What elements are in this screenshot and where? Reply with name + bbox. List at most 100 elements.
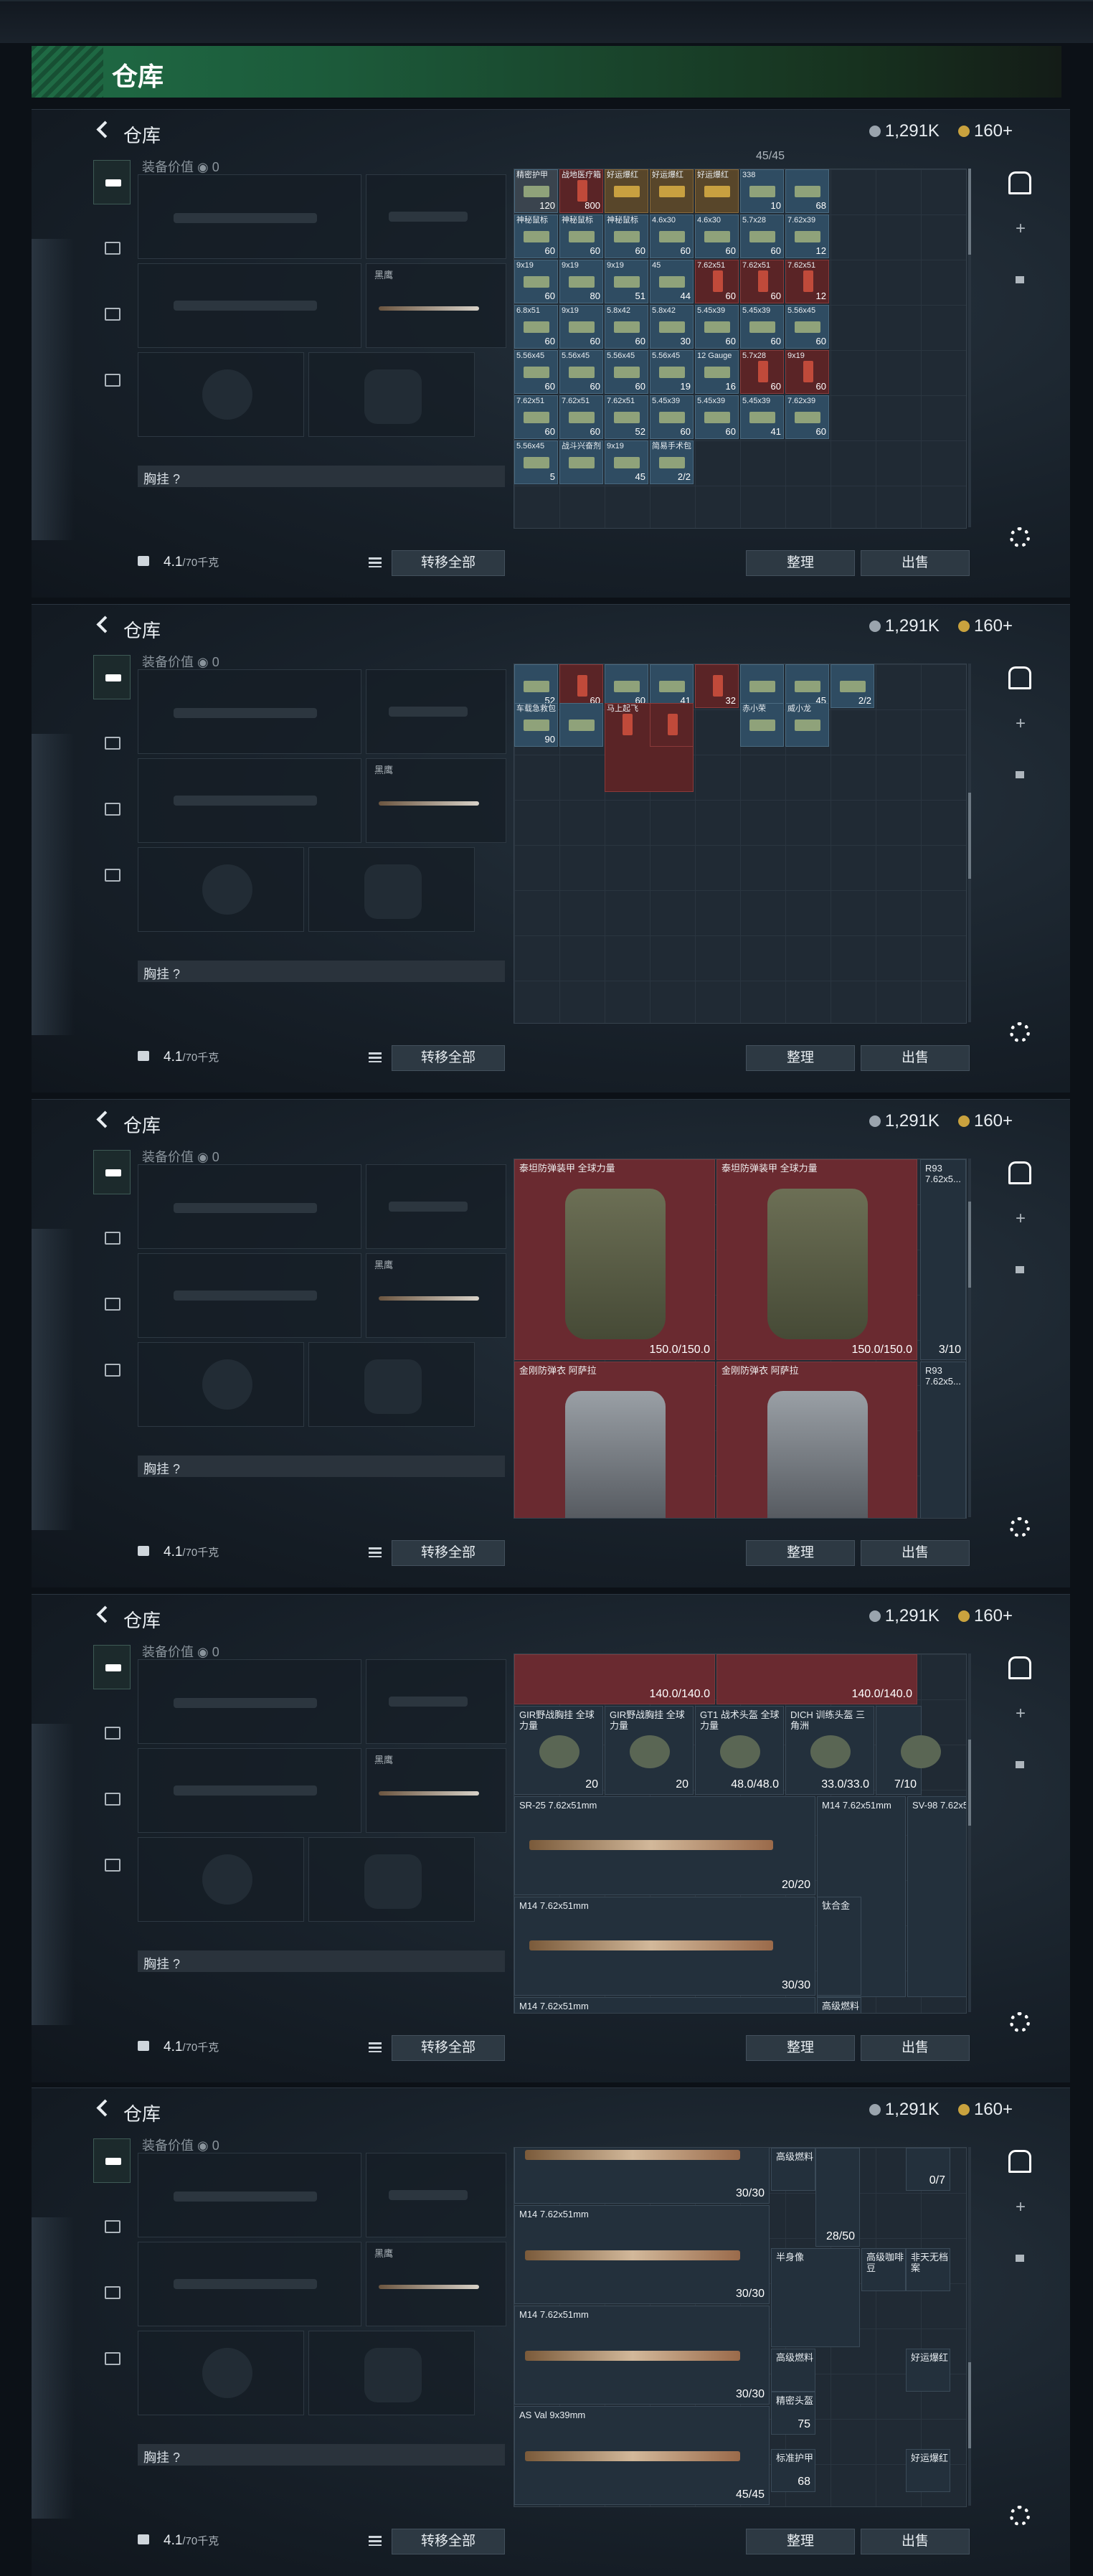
stash-item[interactable]: 5.45x39 60 [650, 395, 694, 439]
rifle-item[interactable]: R93 7.62x5... [920, 1362, 966, 1518]
equipment-tab[interactable] [93, 787, 129, 830]
stash-item[interactable]: 5.45x39 60 [740, 305, 784, 349]
stash-item[interactable]: 5.56x45 60 [605, 350, 648, 394]
sort-button[interactable]: 整理 [746, 1045, 855, 1071]
sell-button[interactable]: 出售 [861, 2529, 970, 2554]
stash-item[interactable]: 5.56x45 60 [559, 350, 603, 394]
sort-button[interactable]: 整理 [746, 1540, 855, 1566]
stash-scrollbar[interactable] [968, 169, 971, 527]
chest-rig-slot[interactable]: 胸挂 ? [138, 2444, 505, 2466]
stash-item[interactable]: 好运爆红 [605, 169, 648, 213]
stash-item[interactable]: 32 [695, 664, 739, 708]
rifle-item[interactable]: AS Val 9x39mm 45/45 [514, 2406, 770, 2505]
stash-item[interactable]: 4.6x30 60 [650, 214, 694, 258]
stash-grid[interactable]: 30/30 M14 7.62x51mm 30/30 M14 7.62x51mm 30/3… [514, 2147, 967, 2507]
stash-item[interactable]: 5.45x39 60 [695, 395, 739, 439]
scrollbar-thumb[interactable] [968, 2362, 971, 2448]
stash-item[interactable]: 神秘鼠标 60 [605, 214, 648, 258]
equipment-tab[interactable] [93, 1777, 129, 1820]
stash-item[interactable]: 5.45x39 60 [695, 305, 739, 349]
loot-item[interactable]: 高级燃料 [817, 1997, 861, 2013]
sort-button[interactable]: 整理 [746, 550, 855, 576]
stash-item[interactable]: 9x19 45 [605, 440, 648, 484]
equipment-tab[interactable] [93, 160, 131, 204]
sell-button[interactable]: 出售 [861, 550, 970, 576]
armor-item[interactable]: 金刚防弹衣 阿萨拉 [514, 1362, 715, 1518]
stash-scrollbar[interactable] [968, 1159, 971, 1517]
armor-item[interactable]: 泰坦防弹装甲 全球力量 150.0/150.0 [514, 1159, 715, 1360]
stash-item[interactable]: 战斗兴奋剂 [559, 440, 603, 484]
loot-item[interactable]: 高级燃料 [771, 2349, 815, 2392]
scrollbar-thumb[interactable] [968, 169, 971, 255]
sort-button[interactable]: 整理 [746, 2529, 855, 2554]
stash-item[interactable]: 60 [559, 664, 603, 708]
stash-item[interactable] [740, 664, 784, 708]
stash-item[interactable]: 9x19 80 [559, 260, 603, 303]
stash-item[interactable]: 5.7x28 60 [740, 350, 784, 394]
loot-item[interactable]: 0/7 [906, 2148, 950, 2191]
add-page-icon[interactable]: + [1016, 2197, 1026, 2217]
stash-item[interactable] [650, 703, 694, 747]
gear-item[interactable]: GIR野战胸挂 全球力量 20 [605, 1706, 694, 1795]
stash-item[interactable]: 5.8x42 30 [650, 305, 694, 349]
stash-item[interactable]: 简易手术包 2/2 [650, 440, 694, 484]
stash-item[interactable]: 60 [605, 664, 648, 708]
loot-item[interactable]: 高级燃料 [771, 2148, 815, 2191]
armor-item[interactable]: 140.0/140.0 [514, 1654, 715, 1704]
stash-item[interactable]: 6.8x51 60 [514, 305, 558, 349]
armor-item[interactable]: 泰坦防弹装甲 全球力量 150.0/150.0 [716, 1159, 917, 1360]
rifle-item[interactable]: M14 7.62x51mm 30/30 [514, 2306, 770, 2405]
stash-item[interactable]: 7.62x51 60 [514, 395, 558, 439]
scrollbar-thumb[interactable] [968, 1740, 971, 1826]
settings-gear-icon[interactable] [1010, 2506, 1030, 2526]
armor-item[interactable]: 140.0/140.0 [716, 1654, 917, 1704]
rifle-item[interactable]: R93 7.62x5... 3/10 [920, 1159, 966, 1360]
stash-item[interactable]: 45 44 [650, 260, 694, 303]
settings-gear-icon[interactable] [1010, 1022, 1030, 1042]
chest-rig-slot[interactable]: 胸挂 ? [138, 466, 505, 487]
scrollbar-thumb[interactable] [968, 793, 971, 879]
stash-item[interactable]: 7.62x39 12 [785, 214, 829, 258]
equipment-tab[interactable] [93, 2336, 129, 2379]
gear-item[interactable]: 7/10 [876, 1706, 941, 1795]
equipment-tab[interactable] [93, 853, 129, 896]
equipment-tab[interactable] [93, 1150, 131, 1194]
loot-item[interactable]: 标准护甲 68 [771, 2449, 815, 2492]
loot-item[interactable]: 好运爆红 [906, 2449, 950, 2492]
stash-scrollbar[interactable] [968, 664, 971, 1022]
stash-item[interactable]: 45 [785, 664, 829, 708]
equipment-tab[interactable] [93, 1348, 129, 1391]
rifle-item[interactable]: M14 7.62x51mm 30/30 [514, 1897, 815, 1996]
loot-item[interactable]: SV-98 7.62x5... [907, 1796, 966, 1997]
rifle-item[interactable]: M14 7.62x51mm [514, 1997, 815, 2013]
stash-item[interactable]: 5.56x45 60 [785, 305, 829, 349]
settings-gear-icon[interactable] [1010, 2012, 1030, 2032]
sort-button[interactable]: 整理 [746, 2035, 855, 2061]
armor-item[interactable]: 金刚防弹衣 阿萨拉 [716, 1362, 917, 1518]
storage-icon[interactable] [1008, 1656, 1031, 1679]
gear-item[interactable]: GT1 战术头盔 全球力量 48.0/48.0 [695, 1706, 784, 1795]
loot-item[interactable]: 非天无档案 [906, 2248, 950, 2291]
equipment-tab[interactable] [93, 1282, 129, 1325]
rifle-item[interactable]: M14 7.62x51mm 30/30 [514, 2205, 770, 2304]
gear-item[interactable]: GIR野战胸挂 全球力量 20 [514, 1706, 603, 1795]
stash-item[interactable]: 9x19 51 [605, 260, 648, 303]
sell-button[interactable]: 出售 [861, 1540, 970, 1566]
loot-item[interactable]: 半身像 [771, 2248, 860, 2347]
stash-item[interactable]: 神秘鼠标 60 [514, 214, 558, 258]
scrollbar-thumb[interactable] [968, 1202, 971, 1288]
add-page-icon[interactable]: + [1016, 714, 1026, 734]
settings-gear-icon[interactable] [1010, 1517, 1030, 1537]
stash-scrollbar[interactable] [968, 1653, 971, 2012]
stash-item[interactable]: 5.56x45 19 [650, 350, 694, 394]
equipment-tab[interactable] [93, 226, 129, 269]
sell-button[interactable]: 出售 [861, 1045, 970, 1071]
stash-item[interactable]: 战地医疗箱 800 [559, 169, 603, 213]
add-page-icon[interactable]: + [1016, 219, 1026, 239]
stash-item[interactable]: 5.56x45 60 [514, 350, 558, 394]
equipment-tab[interactable] [93, 358, 129, 401]
stash-item[interactable]: 好运爆红 [650, 169, 694, 213]
equipment-tab[interactable] [93, 2138, 131, 2183]
equipment-tab[interactable] [93, 292, 129, 335]
stash-item[interactable]: 68 [785, 169, 829, 213]
